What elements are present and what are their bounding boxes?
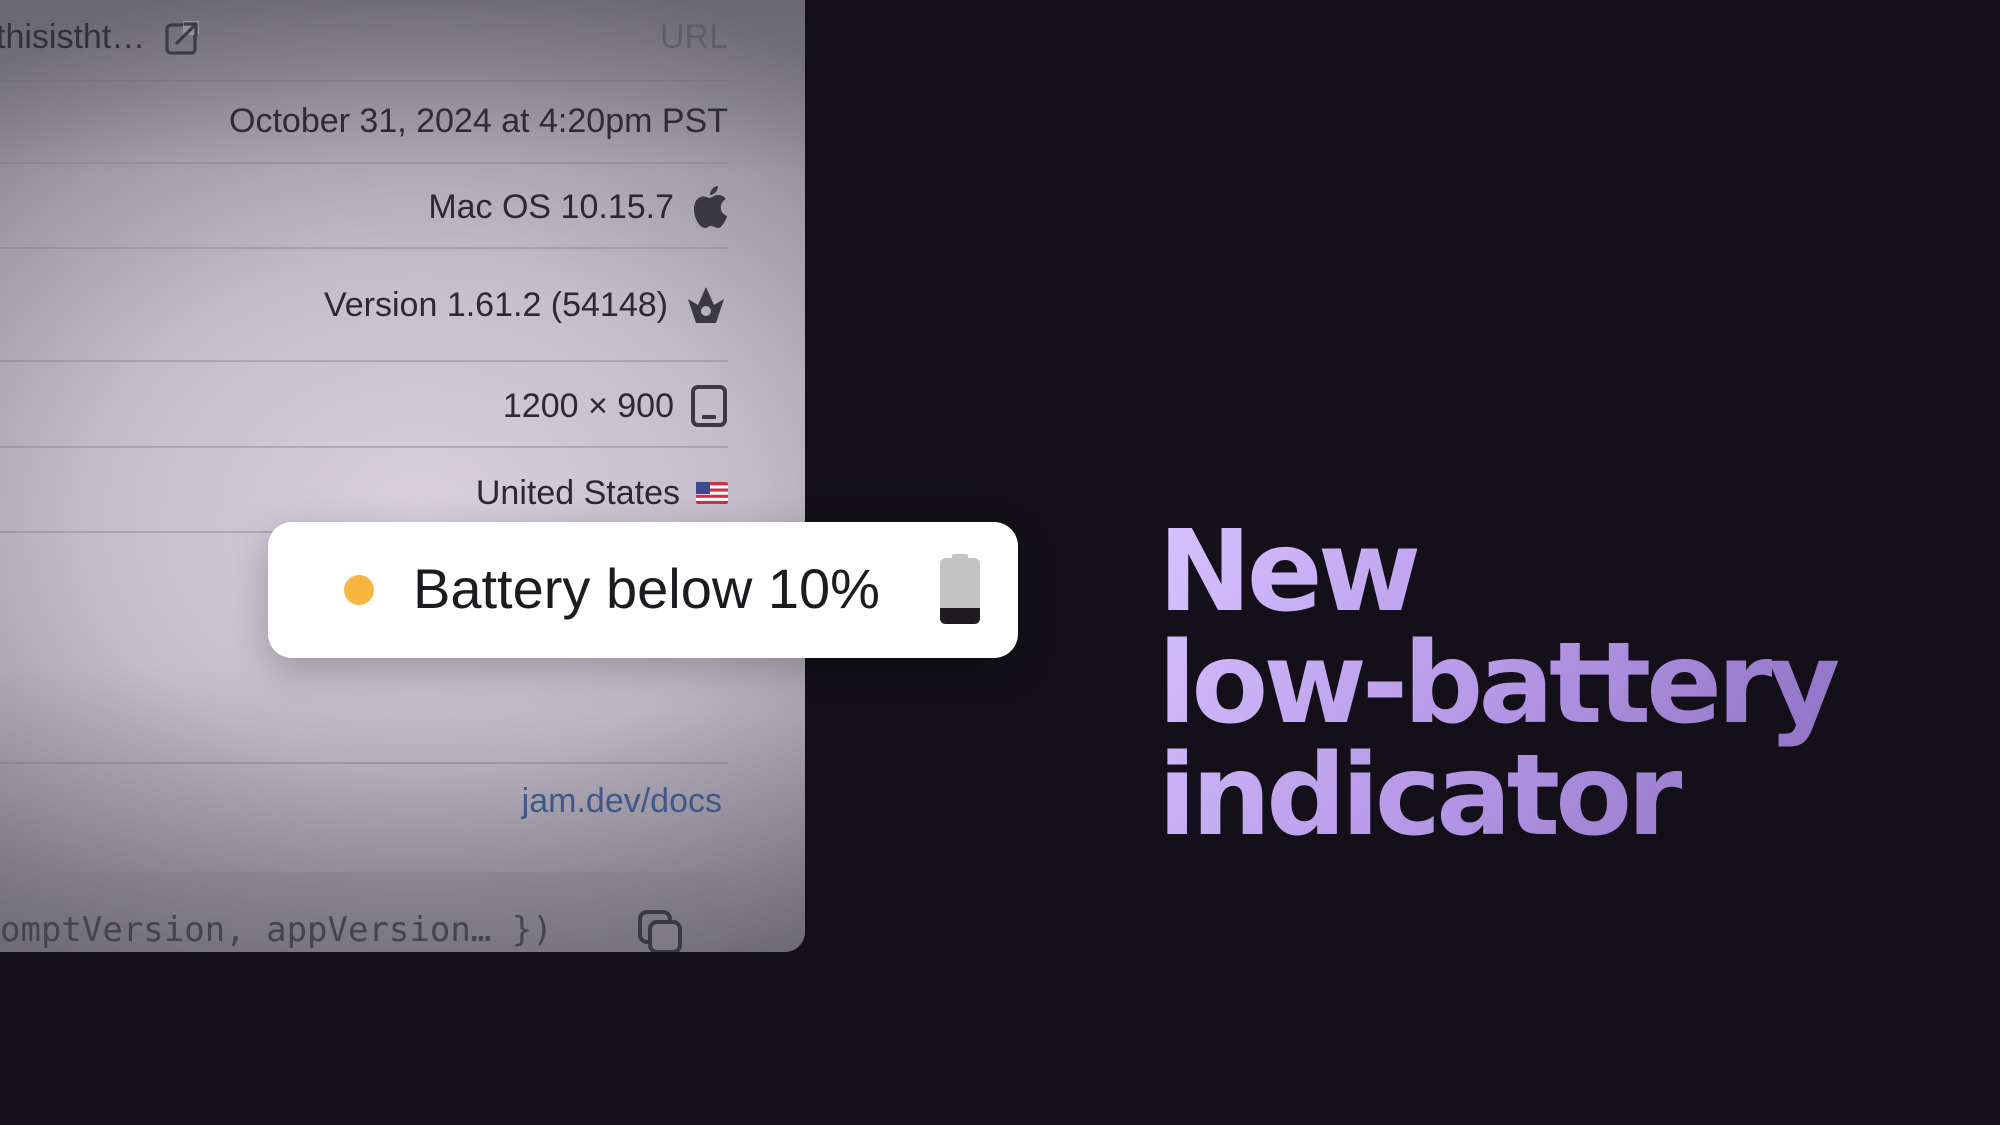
app-version-value: Version 1.61.2 (54148)	[323, 285, 668, 324]
country-row: United States	[0, 474, 728, 513]
status-dot	[344, 575, 374, 605]
us-flag-icon	[696, 474, 728, 513]
battery-icon	[938, 554, 982, 631]
headline-line-2: low-battery	[1158, 619, 1836, 749]
divider	[0, 446, 728, 448]
external-link-icon[interactable]	[163, 19, 201, 57]
app-version-row: Version 1.61.2 (54148)	[0, 285, 728, 325]
docs-link[interactable]: jam.dev/docs	[522, 782, 722, 821]
viewport-value: 1200 × 900	[502, 386, 674, 425]
apple-icon	[690, 185, 728, 229]
divider	[0, 162, 728, 164]
divider	[0, 80, 728, 82]
low-battery-toast: Battery below 10%	[268, 522, 1018, 658]
docs-row: jam.dev/docs	[0, 782, 728, 821]
headline: New low-battery indicator	[1158, 516, 1978, 852]
app-icon	[684, 285, 728, 325]
divider	[0, 360, 728, 362]
divider	[0, 762, 728, 764]
timestamp-row: October 31, 2024 at 4:20pm PST	[0, 102, 728, 141]
viewport-row: 1200 × 900	[0, 385, 728, 427]
os-row: Mac OS 10.15.7	[0, 185, 728, 229]
device-icon	[690, 385, 728, 427]
toast-message: Battery below 10%	[413, 557, 880, 620]
url-label: URL	[659, 18, 728, 56]
country-value: United States	[475, 474, 680, 512]
url-row: thisistht… URL	[0, 18, 728, 57]
os-value: Mac OS 10.15.7	[428, 187, 674, 226]
details-panel: thisistht… URL October 31, 2024 at 4:20p…	[0, 0, 805, 952]
timestamp-value: October 31, 2024 at 4:20pm PST	[229, 102, 728, 140]
divider	[0, 247, 728, 249]
copy-icon[interactable]	[636, 908, 684, 952]
headline-line-3: indicator	[1158, 731, 1678, 861]
code-snippet: omptVersion, appVersion… })	[0, 910, 553, 950]
headline-line-1: New	[1158, 507, 1417, 637]
url-value[interactable]: thisistht…	[0, 18, 145, 57]
